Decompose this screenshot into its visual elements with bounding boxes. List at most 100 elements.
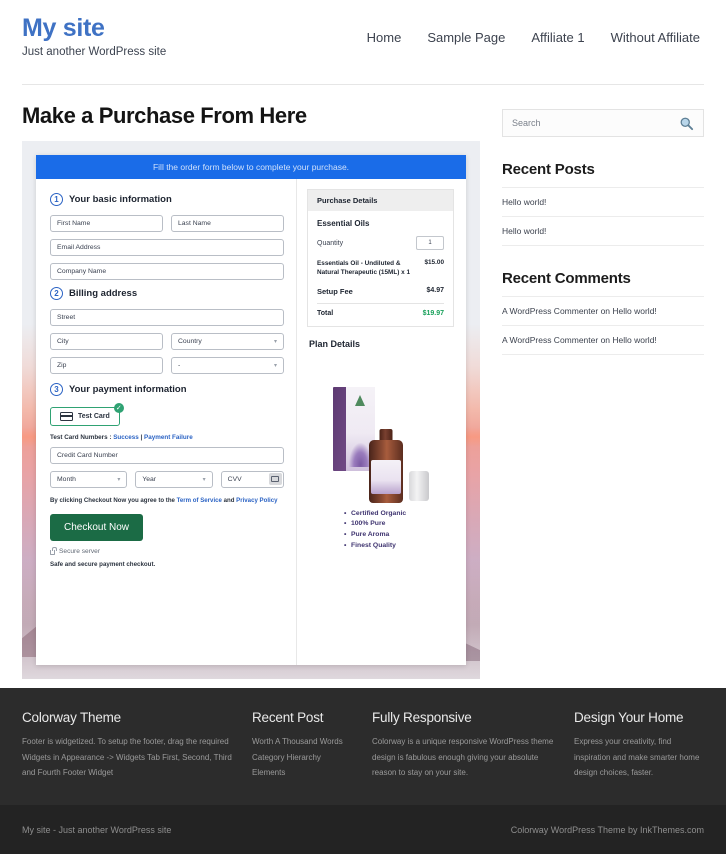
check-circle-icon: ✓ bbox=[113, 403, 124, 413]
recent-post-item[interactable]: Hello world! bbox=[502, 217, 704, 246]
main-column: Make a Purchase From Here Fill the order… bbox=[22, 103, 480, 679]
test-card-numbers-line: Test Card Numbers : Success | Payment Fa… bbox=[50, 434, 284, 441]
search-widget[interactable]: Search bbox=[502, 109, 704, 137]
recent-posts-title: Recent Posts bbox=[502, 161, 704, 188]
step-2-number: 2 bbox=[50, 287, 63, 300]
site-footer: Colorway Theme Footer is widgetized. To … bbox=[0, 688, 726, 805]
plan-feature-item: 100% Pure bbox=[344, 519, 454, 530]
expiry-month-value: Month bbox=[57, 476, 76, 483]
state-select-value: - bbox=[178, 362, 181, 369]
recent-post-item[interactable]: Hello world! bbox=[502, 188, 704, 217]
cvv-wrapper: CVV bbox=[220, 471, 284, 495]
page-title: Make a Purchase From Here bbox=[22, 103, 307, 128]
privacy-policy-link[interactable]: Privacy Policy bbox=[236, 497, 277, 504]
expiry-month-select[interactable]: Month ▾ bbox=[50, 471, 128, 488]
purchase-details-body: Essential Oils Quantity 1 Essentials Oil… bbox=[308, 211, 453, 326]
copyright-right[interactable]: Colorway WordPress Theme by InkThemes.co… bbox=[511, 825, 704, 835]
terms-line: By clicking Checkout Now you agree to th… bbox=[50, 497, 284, 506]
footer-widget-title: Colorway Theme bbox=[22, 710, 121, 725]
copyright-left: My site - Just another WordPress site bbox=[22, 824, 172, 835]
copyright-bar: My site - Just another WordPress site Co… bbox=[0, 805, 726, 854]
footer-recent-post-item[interactable]: Category Hierarchy bbox=[252, 750, 356, 766]
line-item-row: Essentials Oil - Undiluted & Natural The… bbox=[317, 259, 444, 278]
company-input[interactable]: Company Name bbox=[50, 263, 284, 280]
name-row: First Name Last Name bbox=[50, 215, 284, 239]
site-title[interactable]: My site bbox=[22, 14, 322, 43]
product-image bbox=[307, 355, 454, 503]
country-select[interactable]: Country ▾ bbox=[171, 333, 284, 350]
footer-recent-post-list: Worth A Thousand Words Category Hierarch… bbox=[252, 734, 356, 781]
tree-logo-icon bbox=[355, 394, 365, 406]
sidebar: Search Recent Posts Hello world! Hello w… bbox=[502, 103, 704, 679]
purchase-details-panel: Purchase Details Essential Oils Quantity… bbox=[307, 189, 454, 327]
recent-comment-item[interactable]: A WordPress Commenter on Hello world! bbox=[502, 297, 704, 326]
email-input[interactable]: Email Address bbox=[50, 239, 284, 256]
secure-server-label: Secure server bbox=[59, 547, 101, 555]
order-summary-column: Purchase Details Essential Oils Quantity… bbox=[296, 179, 466, 665]
terms-and: and bbox=[221, 497, 237, 504]
footer-widget-fully-responsive: Fully Responsive Colorway is a unique re… bbox=[372, 710, 558, 805]
bottle-body bbox=[368, 439, 403, 503]
recent-comment-item[interactable]: A WordPress Commenter on Hello world! bbox=[502, 326, 704, 355]
order-form-banner: Fill the order form below to complete yo… bbox=[36, 155, 466, 179]
checkout-now-button[interactable]: Checkout Now bbox=[50, 513, 144, 541]
nav-item-affiliate-1[interactable]: Affiliate 1 bbox=[531, 30, 584, 45]
recent-comments-title: Recent Comments bbox=[502, 270, 704, 297]
step-3-number: 3 bbox=[50, 383, 63, 396]
setup-fee-label: Setup Fee bbox=[317, 286, 353, 296]
test-card-tab[interactable]: Test Card ✓ bbox=[50, 403, 124, 426]
search-icon[interactable] bbox=[679, 116, 694, 131]
credit-card-icon bbox=[60, 412, 73, 421]
primary-navigation: Home Sample Page Affiliate 1 Without Aff… bbox=[322, 14, 704, 45]
test-card-tab-label: Test Card bbox=[78, 413, 110, 420]
recent-comments-list: A WordPress Commenter on Hello world! A … bbox=[502, 297, 704, 355]
footer-widget-design-your-home: Design Your Home Express your creativity… bbox=[574, 710, 704, 805]
order-form-card: Fill the order form below to complete yo… bbox=[36, 155, 466, 665]
total-row: Total $19.97 bbox=[317, 310, 444, 317]
test-card-numbers-prefix: Test Card Numbers : bbox=[50, 434, 114, 441]
site-tagline: Just another WordPress site bbox=[22, 45, 167, 58]
chevron-down-icon: ▾ bbox=[273, 363, 277, 369]
site-branding[interactable]: My site Just another WordPress site bbox=[22, 14, 322, 58]
first-name-input[interactable]: First Name bbox=[50, 215, 163, 232]
quantity-input[interactable]: 1 bbox=[416, 236, 444, 250]
test-failure-link[interactable]: Payment Failure bbox=[144, 434, 193, 441]
site-header: My site Just another WordPress site Home… bbox=[0, 0, 726, 76]
nav-item-home[interactable]: Home bbox=[367, 30, 402, 45]
street-input[interactable]: Street bbox=[50, 309, 284, 326]
plan-details-title: Plan Details bbox=[309, 338, 361, 349]
safe-checkout-note: Safe and secure payment checkout. bbox=[50, 560, 156, 568]
zip-state-row: Zip - ▾ bbox=[50, 357, 284, 381]
step-1-number: 1 bbox=[50, 193, 63, 206]
footer-widget-recent-post: Recent Post Worth A Thousand Words Categ… bbox=[252, 710, 356, 805]
footer-widget-text: Express your creativity, find inspiratio… bbox=[574, 737, 700, 778]
quantity-label: Quantity bbox=[317, 239, 344, 247]
nav-item-sample-page[interactable]: Sample Page bbox=[427, 30, 505, 45]
chevron-down-icon: ▾ bbox=[202, 477, 206, 483]
expiry-year-select[interactable]: Year ▾ bbox=[135, 471, 213, 488]
step-3-heading: 3 Your payment information bbox=[50, 383, 284, 396]
state-select[interactable]: - ▾ bbox=[171, 357, 284, 374]
last-name-input[interactable]: Last Name bbox=[171, 215, 284, 232]
footer-widget-text: Footer is widgetized. To setup the foote… bbox=[22, 737, 232, 778]
content-area: Make a Purchase From Here Fill the order… bbox=[0, 103, 726, 679]
footer-recent-post-item[interactable]: Worth A Thousand Words bbox=[252, 734, 356, 750]
expiry-cvv-row: Month ▾ Year ▾ CVV bbox=[50, 471, 284, 495]
plan-feature-item: Finest Quality bbox=[344, 541, 454, 552]
city-input[interactable]: City bbox=[50, 333, 163, 350]
credit-card-number-input[interactable]: Credit Card Number bbox=[50, 447, 284, 464]
product-name: Essential Oils bbox=[317, 219, 370, 228]
zip-input[interactable]: Zip bbox=[50, 357, 163, 374]
plan-feature-item: Certified Organic bbox=[344, 509, 454, 520]
total-amount: $19.97 bbox=[422, 309, 444, 317]
search-input[interactable]: Search bbox=[512, 118, 541, 128]
header-divider bbox=[22, 84, 704, 85]
checkout-screenshot: Fill the order form below to complete yo… bbox=[22, 141, 480, 679]
footer-recent-post-item[interactable]: Elements bbox=[252, 765, 356, 781]
terms-prefix: By clicking Checkout Now you agree to th… bbox=[50, 497, 177, 504]
footer-widget-title: Design Your Home bbox=[574, 710, 684, 725]
test-success-link[interactable]: Success bbox=[113, 434, 139, 441]
step-1-label: Your basic information bbox=[69, 194, 172, 205]
terms-of-service-link[interactable]: Term of Service bbox=[177, 497, 222, 504]
nav-item-without-affiliate[interactable]: Without Affiliate bbox=[611, 30, 700, 45]
